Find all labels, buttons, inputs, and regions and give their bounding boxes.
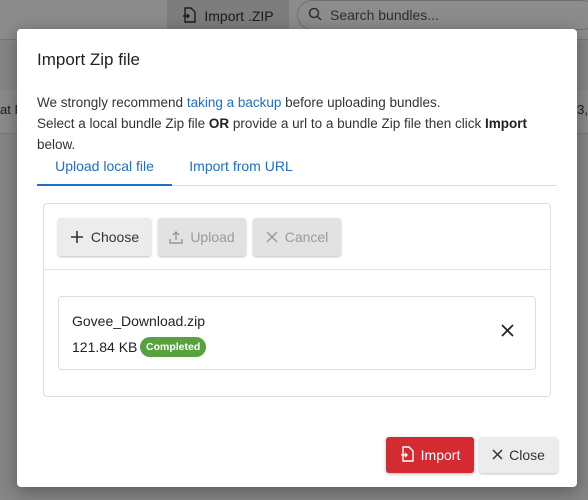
- intro-bold-import: Import: [485, 116, 527, 131]
- dialog-title: Import Zip file: [37, 50, 140, 69]
- intro-text: Select a local bundle Zip file: [37, 116, 209, 131]
- intro-line-2: Select a local bundle Zip file OR provid…: [37, 113, 567, 155]
- tab-import-from-url[interactable]: Import from URL: [179, 153, 303, 186]
- intro-text: We strongly recommend: [37, 95, 187, 110]
- intro-text: provide a url to a bundle Zip file then …: [229, 116, 485, 131]
- upload-icon: [169, 230, 184, 244]
- taking-backup-link[interactable]: taking a backup: [187, 95, 282, 110]
- dialog-intro: We strongly recommend taking a backup be…: [37, 92, 567, 155]
- remove-file-button[interactable]: [497, 323, 517, 343]
- file-upload-panel: Choose Upload Cancel Govee_Download.zip …: [43, 203, 551, 397]
- close-button[interactable]: Close: [479, 437, 558, 473]
- cancel-label: Cancel: [284, 229, 329, 245]
- import-zip-dialog: Import Zip file We strongly recommend ta…: [17, 29, 577, 487]
- close-icon: [492, 447, 503, 463]
- import-button[interactable]: Import: [386, 437, 474, 473]
- file-size: 121.84 KB: [72, 339, 138, 355]
- intro-text: below.: [37, 137, 76, 152]
- upload-button[interactable]: Upload: [158, 218, 246, 256]
- cancel-button[interactable]: Cancel: [253, 218, 341, 256]
- tab-upload-local-file[interactable]: Upload local file: [37, 153, 172, 186]
- intro-text: before uploading bundles.: [281, 95, 441, 110]
- choose-button[interactable]: Choose: [58, 218, 151, 256]
- status-badge: Completed: [140, 337, 207, 357]
- file-import-icon: [400, 445, 414, 465]
- close-label: Close: [509, 447, 545, 463]
- close-icon: [500, 324, 514, 342]
- choose-label: Choose: [90, 229, 140, 245]
- intro-line-1: We strongly recommend taking a backup be…: [37, 92, 567, 113]
- intro-bold-or: OR: [208, 116, 230, 131]
- plus-icon: [70, 230, 84, 244]
- file-name: Govee_Download.zip: [72, 313, 206, 329]
- upload-toolbar: Choose Upload Cancel: [44, 204, 550, 270]
- import-label: Import: [420, 447, 461, 463]
- import-tabs: Upload local file Import from URL: [37, 153, 557, 186]
- close-icon: [266, 231, 278, 243]
- uploaded-file-item: Govee_Download.zip 121.84 KB Completed: [58, 296, 536, 370]
- upload-label: Upload: [190, 229, 235, 245]
